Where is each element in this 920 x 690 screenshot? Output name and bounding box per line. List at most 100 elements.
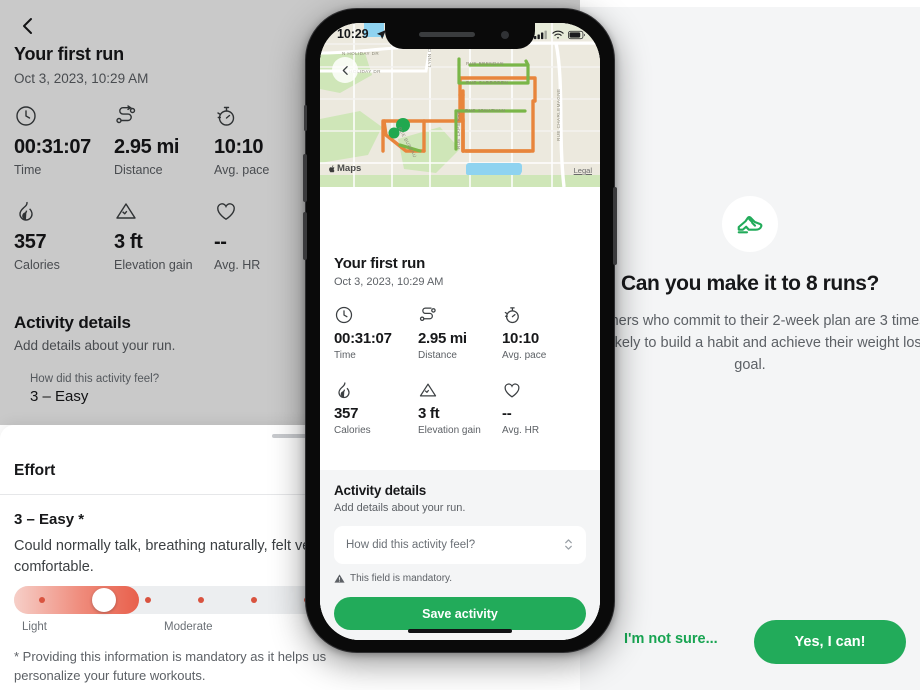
map-street-label: RUE BRENDAN — [466, 61, 504, 66]
activity-details-heading: Activity details — [14, 313, 131, 332]
map-street-label: RUE CHARLEMAGNE — [556, 89, 561, 141]
stat-avg-pace: 10:10 Avg. pace — [214, 104, 314, 177]
phone-mockup: N HOLIDAY DR S HOLIDAY DR RUE HOLIDAY RU… — [303, 8, 617, 653]
warning-triangle-icon — [334, 573, 345, 584]
select-placeholder: How did this activity feel? — [346, 539, 476, 551]
stat-time: 00:31:07 Time — [334, 305, 418, 361]
phone-power-button[interactable] — [613, 187, 617, 265]
stat-value: -- — [214, 231, 227, 253]
stat-distance: 2.95 mi Distance — [418, 305, 502, 361]
route-icon — [418, 305, 502, 325]
map-legal-link[interactable]: Legal — [574, 166, 592, 175]
map-back-button[interactable] — [332, 57, 358, 83]
stat-value: 3 ft — [114, 231, 143, 253]
stat-label: Time — [334, 349, 356, 361]
effort-footnote: * Providing this information is mandator… — [14, 649, 327, 683]
phone-screen: N HOLIDAY DR S HOLIDAY DR RUE HOLIDAY RU… — [320, 23, 600, 640]
stat-value: 357 — [14, 231, 47, 253]
stat-avg-hr: -- Avg. HR — [214, 199, 314, 272]
apple-maps-attribution: Maps — [328, 163, 361, 174]
stat-time: 00:31:07 Time — [14, 104, 114, 177]
mountain-icon — [114, 199, 214, 223]
top-white-strip — [580, 0, 920, 7]
phone-mute-switch[interactable] — [304, 105, 307, 131]
stat-label: Calories — [14, 258, 60, 272]
map-street-label: N HOLIDAY DR — [342, 51, 379, 56]
activity-feel-select[interactable]: How did this activity feel? — [334, 526, 586, 564]
phone-stats-grid: 00:31:07 Time 2.95 mi Distance 10:10 Avg… — [334, 305, 586, 455]
modal-title: Can you make it to 8 runs? — [621, 272, 879, 295]
activity-datetime: Oct 3, 2023, 10:29 AM — [14, 71, 149, 86]
stat-label: Distance — [418, 349, 457, 361]
flame-icon — [14, 199, 114, 223]
stat-value: 10:10 — [214, 136, 264, 158]
clock-icon — [334, 305, 418, 325]
sheet-grabber[interactable] — [272, 434, 308, 438]
slider-thumb[interactable] — [92, 588, 116, 612]
slider-label-moderate: Moderate — [164, 621, 213, 633]
running-shoe-icon — [735, 209, 765, 239]
not-sure-button[interactable]: I'm not sure... — [624, 631, 718, 647]
effort-description: Could normally talk, breathing naturally… — [14, 538, 323, 575]
apple-logo-icon — [328, 164, 336, 174]
stats-grid: 00:31:07 Time 2.95 mi Distance 10:10 Avg… — [14, 104, 314, 294]
commitment-modal-panel: Can you make it to 8 runs? Beginners who… — [580, 0, 920, 690]
battery-icon — [568, 30, 586, 40]
stat-elevation-gain: 3 ft Elevation gain — [114, 199, 214, 272]
stat-value: 10:10 — [502, 330, 539, 347]
status-bar-indicators — [534, 29, 586, 40]
stat-value: 00:31:07 — [334, 330, 392, 347]
mandatory-field-error: This field is mandatory. — [334, 573, 586, 584]
activity-details-subtext: Add details about your run. — [14, 338, 176, 353]
activity-details-section: Activity details Add details about your … — [14, 313, 175, 353]
heart-icon — [502, 380, 586, 400]
slider-tick — [39, 597, 45, 603]
location-arrow-icon — [376, 29, 387, 40]
stat-avg-hr: -- Avg. HR — [502, 380, 586, 436]
stat-value: 357 — [334, 404, 359, 422]
mountain-icon — [418, 380, 502, 400]
chevron-up-down-icon — [563, 537, 574, 552]
error-text: This field is mandatory. — [350, 573, 453, 584]
page-title: Your first run — [14, 44, 124, 64]
phone-activity-card: Your first run Oct 3, 2023, 10:29 AM 00:… — [320, 187, 600, 640]
home-indicator[interactable] — [408, 629, 512, 633]
stat-value: 00:31:07 — [14, 136, 91, 158]
phone-activity-datetime: Oct 3, 2023, 10:29 AM — [334, 276, 444, 288]
stat-label: Time — [14, 163, 42, 177]
map-attribution-label: Maps — [337, 163, 362, 174]
phone-volume-up-button[interactable] — [303, 154, 307, 202]
heart-icon — [214, 199, 314, 223]
modal-body: Beginners who commit to their 2-week pla… — [580, 313, 920, 373]
top-white-strip — [0, 0, 580, 6]
stat-label: Elevation gain — [114, 258, 193, 272]
stat-elevation-gain: 3 ft Elevation gain — [418, 380, 502, 436]
yes-i-can-button[interactable]: Yes, I can! — [754, 620, 906, 664]
status-bar: 10:29 — [320, 23, 600, 49]
phone-activity-details-form: Activity details Add details about your … — [320, 470, 600, 640]
save-activity-button[interactable]: Save activity — [334, 597, 586, 630]
back-button[interactable] — [16, 14, 40, 38]
form-subtext: Add details about your run. — [334, 502, 466, 514]
phone-page-title: Your first run — [334, 255, 426, 272]
stat-label: Elevation gain — [418, 424, 481, 436]
stat-label: Avg. HR — [502, 424, 540, 436]
slider-tick — [198, 597, 204, 603]
stat-label: Calories — [334, 424, 371, 436]
stat-label: Avg. HR — [214, 258, 261, 272]
stat-value: 2.95 mi — [418, 330, 467, 347]
stat-label: Distance — [114, 163, 163, 177]
status-bar-time: 10:29 — [337, 27, 369, 41]
chevron-left-icon — [16, 14, 40, 38]
stats-row: 357 Calories 3 ft Elevation gain -- Avg.… — [334, 380, 586, 436]
phone-volume-down-button[interactable] — [303, 212, 307, 260]
modal-actions: I'm not sure... Yes, I can! — [580, 620, 920, 666]
slider-tick — [251, 597, 257, 603]
stat-value: 3 ft — [418, 404, 440, 422]
stopwatch-icon — [502, 305, 586, 325]
screenshot-stage: Your first run Oct 3, 2023, 10:29 AM 00:… — [0, 0, 920, 690]
slider-label-light: Light — [22, 621, 47, 633]
cellular-bars-icon — [534, 29, 548, 40]
stat-calories: 357 Calories — [14, 199, 114, 272]
stat-label: Avg. pace — [502, 349, 547, 361]
